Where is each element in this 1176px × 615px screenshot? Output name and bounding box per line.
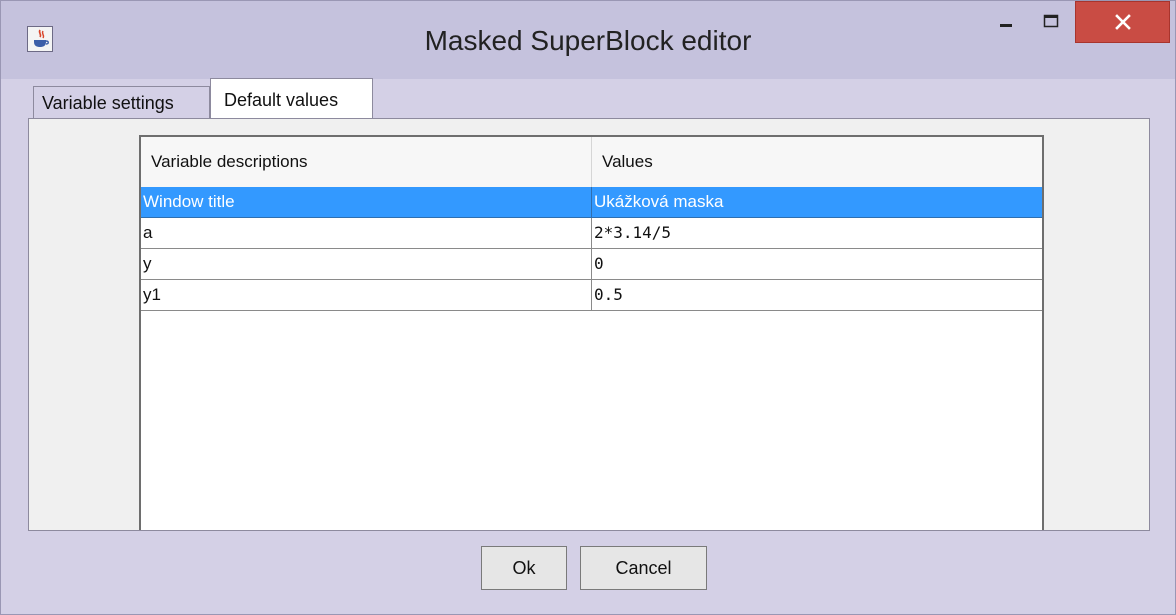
description-cell[interactable]: a [141, 218, 592, 249]
value-cell[interactable]: 0.5 [592, 280, 1042, 311]
column-header-values[interactable]: Values [592, 137, 1042, 187]
minimize-button[interactable] [983, 1, 1029, 41]
description-cell[interactable]: Window title [141, 187, 592, 218]
cancel-button[interactable]: Cancel [580, 546, 707, 590]
value-cell[interactable]: 0 [592, 249, 1042, 280]
title-bar[interactable]: Masked SuperBlock editor [1, 1, 1175, 79]
table-row[interactable]: Window title Ukážková maska [141, 187, 1042, 218]
dialog-window: Masked SuperBlock editor Variable settin… [0, 0, 1176, 615]
close-icon [1114, 14, 1131, 30]
value-cell[interactable]: Ukážková maska [592, 187, 1042, 218]
tab-label: Default values [224, 89, 339, 110]
table-row[interactable]: y 0 [141, 249, 1042, 280]
ok-button[interactable]: Ok [481, 546, 567, 590]
table-header: Variable descriptions Values [141, 137, 1042, 188]
value-cell[interactable]: 2*3.14/5 [592, 218, 1042, 249]
table-row[interactable]: y1 0.5 [141, 280, 1042, 311]
column-header-variable-descriptions[interactable]: Variable descriptions [141, 137, 592, 187]
maximize-icon [1043, 14, 1059, 28]
maximize-button[interactable] [1028, 1, 1074, 41]
minimize-icon [1000, 24, 1012, 27]
tab-label: Variable settings [42, 93, 174, 113]
close-button[interactable] [1075, 1, 1170, 43]
description-cell[interactable]: y [141, 249, 592, 280]
description-cell[interactable]: y1 [141, 280, 592, 311]
table-row[interactable]: a 2*3.14/5 [141, 218, 1042, 249]
tab-variable-settings[interactable]: Variable settings [33, 86, 210, 119]
default-values-table: Variable descriptions Values Window titl… [139, 135, 1044, 530]
tab-default-values[interactable]: Default values [210, 78, 373, 120]
